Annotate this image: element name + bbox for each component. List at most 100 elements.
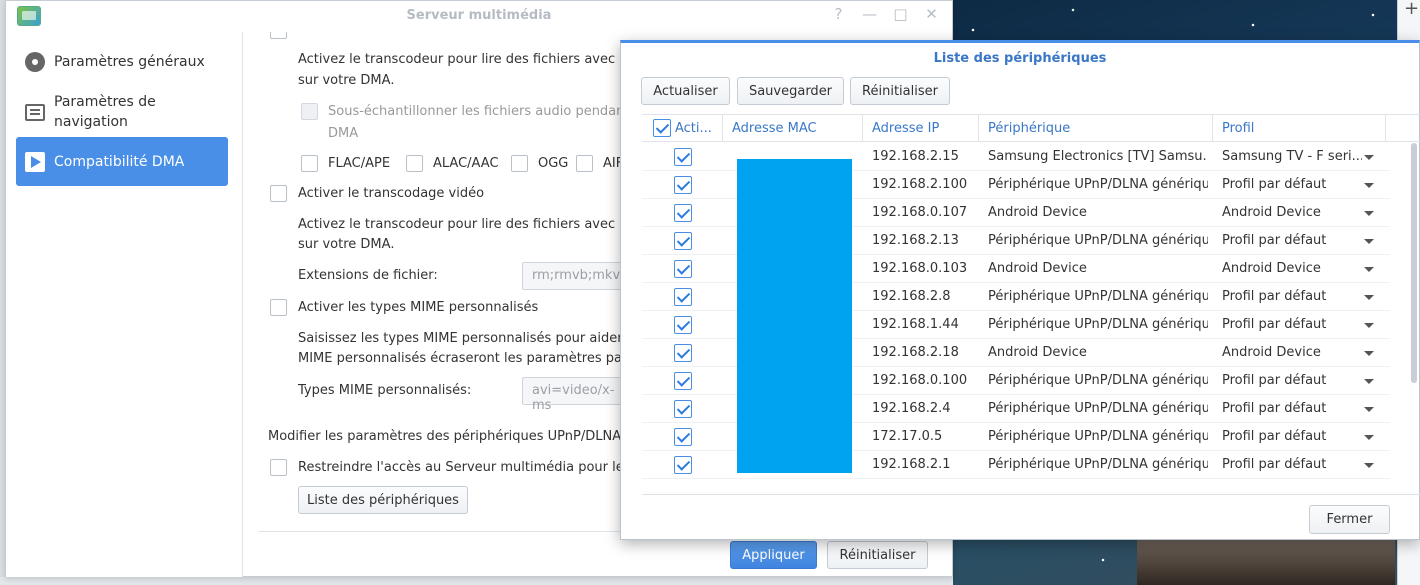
sidebar-item-label: Paramètres généraux [54,54,205,70]
chevron-down-icon[interactable] [1364,351,1374,356]
column-mac[interactable]: Adresse MAC [723,115,863,142]
device-profile-select[interactable]: Profil par défaut [1222,373,1362,388]
chevron-down-icon[interactable] [1364,407,1374,412]
custom-mime-checkbox[interactable] [270,299,287,316]
device-ip: 192.168.0.100 [872,373,968,388]
sidebar: Paramètres généraux Paramètres de naviga… [6,32,243,577]
device-profile-select[interactable]: Profil par défaut [1222,429,1362,444]
device-active-checkbox[interactable] [674,176,692,194]
audio-transcode-checkbox[interactable] [270,32,287,39]
chevron-down-icon[interactable] [1364,295,1374,300]
format-checkbox-aif[interactable] [576,155,593,172]
dialog-footer-divider [642,494,1420,495]
apply-button[interactable]: Appliquer [730,541,817,569]
plus-icon[interactable]: + [1404,0,1419,19]
device-active-checkbox[interactable] [674,204,692,222]
device-profile-select[interactable]: Android Device [1222,345,1362,360]
device-profile-select[interactable]: Samsung TV - F seri... [1222,149,1362,164]
downsample-label: Sous-échantillonner les fichiers audio p… [328,104,646,119]
window-titlebar[interactable]: Serveur multimédia ? — □ ✕ [6,1,952,32]
upnp-description: Modifier les paramètres des périphérique… [268,429,653,444]
device-active-checkbox[interactable] [674,288,692,306]
chevron-down-icon[interactable] [1364,239,1374,244]
gear-icon [22,51,48,73]
device-list-button[interactable]: Liste des périphériques [298,486,468,514]
chevron-down-icon[interactable] [1364,211,1374,216]
device-active-checkbox[interactable] [674,400,692,418]
file-extensions-label: Extensions de fichier: [298,268,438,283]
device-ip: 192.168.1.44 [872,317,959,332]
table-scrollbar[interactable] [1411,143,1417,383]
device-name: Android Device [988,205,1087,220]
format-checkbox-flac[interactable] [301,155,318,172]
device-name: Android Device [988,345,1087,360]
save-button[interactable]: Sauvegarder [737,77,844,105]
column-ip[interactable]: Adresse IP [863,115,979,142]
device-active-checkbox[interactable] [674,316,692,334]
device-name: Samsung Electronics [TV] Samsu... [988,149,1208,164]
device-profile-select[interactable]: Profil par défaut [1222,177,1362,192]
device-active-checkbox[interactable] [674,344,692,362]
device-profile-select[interactable]: Profil par défaut [1222,233,1362,248]
device-active-checkbox[interactable] [674,372,692,390]
audio-transcode-description: Activez le transcodeur pour lire des fic… [298,52,655,67]
sidebar-item-dma[interactable]: Compatibilité DMA [16,137,228,186]
device-active-checkbox[interactable] [674,148,692,166]
dialog-reset-button[interactable]: Réinitialiser [850,77,950,105]
column-device[interactable]: Périphérique [979,115,1213,142]
reset-button[interactable]: Réinitialiser [827,541,928,569]
device-name: Périphérique UPnP/DLNA générique [988,289,1208,304]
device-profile-select[interactable]: Profil par défaut [1222,317,1362,332]
column-profile[interactable]: Profil [1213,115,1386,142]
custom-mime-description: Saisissez les types MIME personnalisés p… [298,331,648,346]
device-name: Périphérique UPnP/DLNA générique [988,401,1208,416]
custom-mime-label: Activer les types MIME personnalisés [298,300,539,315]
device-profile-select[interactable]: Profil par défaut [1222,289,1362,304]
chevron-down-icon[interactable] [1364,183,1374,188]
device-name: Périphérique UPnP/DLNA générique [988,233,1208,248]
device-profile-select[interactable]: Profil par défaut [1222,457,1362,472]
restrict-access-checkbox[interactable] [270,459,287,476]
device-active-checkbox[interactable] [674,232,692,250]
device-ip: 192.168.2.100 [872,177,968,192]
minimize-icon[interactable]: — [861,5,878,23]
device-active-checkbox[interactable] [674,260,692,278]
maximize-icon[interactable]: □ [892,5,909,23]
select-all-checkbox[interactable] [653,119,671,137]
sidebar-item-general[interactable]: Paramètres généraux [16,44,228,80]
chevron-down-icon[interactable] [1364,323,1374,328]
sidebar-item-label: Paramètres de navigation [54,94,156,130]
format-checkbox-ogg[interactable] [511,155,528,172]
device-active-checkbox[interactable] [674,428,692,446]
close-icon[interactable]: ✕ [923,5,940,23]
device-table: Acti... Adresse MAC Adresse IP Périphéri… [642,114,1420,479]
chevron-down-icon[interactable] [1364,267,1374,272]
device-profile-select[interactable]: Profil par défaut [1222,401,1362,416]
downsample-label: DMA [328,126,359,141]
video-transcode-description: Activez le transcodeur pour lire des fic… [298,217,655,232]
refresh-button[interactable]: Actualiser [641,77,730,105]
device-ip: 192.168.0.103 [872,261,968,276]
device-name: Android Device [988,261,1087,276]
chevron-down-icon[interactable] [1364,379,1374,384]
device-ip: 192.168.2.8 [872,289,951,304]
device-profile-select[interactable]: Android Device [1222,205,1362,220]
device-profile-select[interactable]: Android Device [1222,261,1362,276]
mac-address-redaction [737,159,852,473]
chevron-down-icon[interactable] [1364,435,1374,440]
device-name: Périphérique UPnP/DLNA générique [988,373,1208,388]
custom-mime-description: MIME personnalisés écraseront les paramè… [298,351,648,366]
device-name: Périphérique UPnP/DLNA générique [988,177,1208,192]
format-label: ALAC/AAC [433,156,499,171]
chevron-down-icon[interactable] [1364,155,1374,160]
sidebar-item-navigation[interactable]: Paramètres de navigation [16,90,228,134]
mime-types-label: Types MIME personnalisés: [298,383,472,398]
close-button[interactable]: Fermer [1309,505,1390,534]
downsample-checkbox[interactable] [301,103,318,120]
device-active-checkbox[interactable] [674,456,692,474]
chevron-down-icon[interactable] [1364,463,1374,468]
restrict-access-label: Restreindre l'accès au Serveur multimédi… [298,460,651,475]
video-transcode-checkbox[interactable] [270,185,287,202]
help-icon[interactable]: ? [830,5,847,23]
format-checkbox-alac[interactable] [406,155,423,172]
